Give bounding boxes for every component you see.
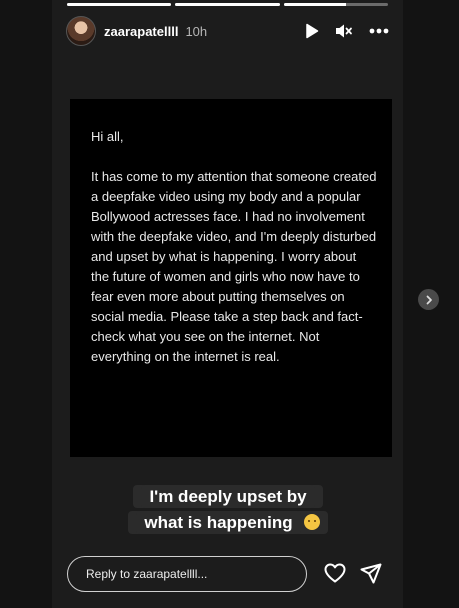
post-time: 10h xyxy=(185,23,208,39)
story-viewer: zaarapatellll 10h Hi all, It has come to… xyxy=(52,0,403,608)
progress-segment xyxy=(283,3,388,6)
story-caption: I'm deeply upset by what is happening xyxy=(120,484,336,536)
chevron-right-icon[interactable] xyxy=(418,289,439,310)
statement-body: It has come to my attention that someone… xyxy=(91,169,377,364)
avatar[interactable] xyxy=(66,16,96,46)
mute-icon[interactable] xyxy=(335,23,353,39)
more-icon[interactable] xyxy=(369,28,389,34)
disappointed-face-icon xyxy=(303,514,320,530)
caption-line-1: I'm deeply upset by xyxy=(141,485,315,508)
progress-segment xyxy=(175,3,280,6)
caption-line-2: what is happening xyxy=(136,511,301,534)
username[interactable]: zaarapatellll xyxy=(104,24,178,39)
story-progress-bar xyxy=(67,3,388,6)
story-header: zaarapatellll 10h xyxy=(66,16,389,46)
heart-icon[interactable] xyxy=(324,563,346,588)
reply-placeholder: Reply to zaarapatellll... xyxy=(86,567,208,581)
play-icon[interactable] xyxy=(305,23,319,39)
reply-input[interactable]: Reply to zaarapatellll... xyxy=(67,556,307,592)
story-controls xyxy=(305,23,389,39)
greeting: Hi all, xyxy=(91,129,124,144)
statement-text: Hi all, It has come to my attention that… xyxy=(91,127,377,367)
send-icon[interactable] xyxy=(360,563,382,589)
progress-segment xyxy=(67,3,172,6)
story-media[interactable]: Hi all, It has come to my attention that… xyxy=(70,99,392,457)
